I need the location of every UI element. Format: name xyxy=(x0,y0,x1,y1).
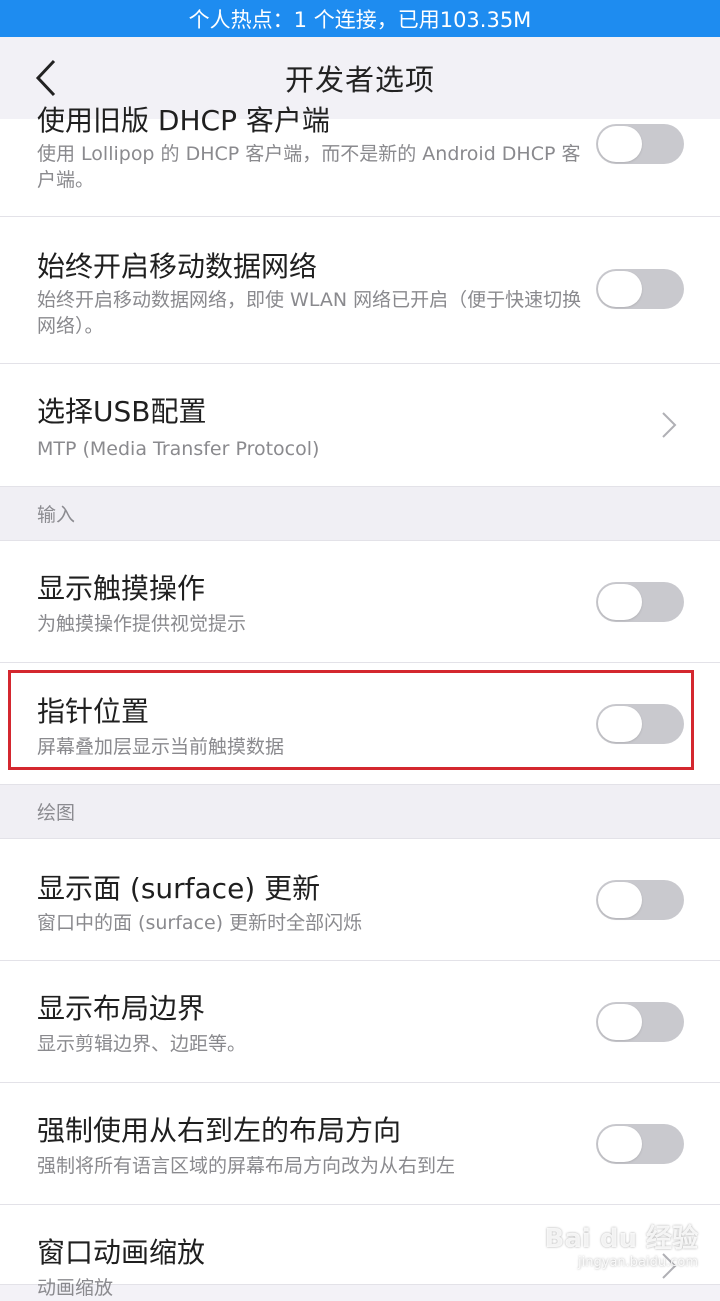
toggle-knob xyxy=(598,1126,642,1162)
row-title: 窗口动画缩放 xyxy=(37,1236,206,1269)
row-subtitle: 显示剪辑边界、边距等。 xyxy=(37,1033,247,1055)
section-header-drawing: 绘图 xyxy=(0,785,720,839)
row-subtitle: MTP (Media Transfer Protocol) xyxy=(37,438,320,460)
chevron-right-icon xyxy=(662,412,677,438)
chevron-left-icon[interactable] xyxy=(28,57,68,99)
status-text: 个人热点：1 个连接，已用103.35M xyxy=(188,7,532,32)
row-title: 强制使用从右到左的布局方向 xyxy=(37,1114,402,1147)
row-subtitle: 使用 Lollipop 的 DHCP 客户端，而不是新的 Android DHC… xyxy=(37,143,581,191)
row-subtitle: 动画缩放 xyxy=(37,1277,114,1299)
row-title: 使用旧版 DHCP 客户端 xyxy=(37,104,330,137)
row-subtitle: 窗口中的面 (surface) 更新时全部闪烁 xyxy=(37,912,363,934)
watermark-url: jingyan.baidu.com xyxy=(578,1255,698,1270)
row-subtitle: 为触摸操作提供视觉提示 xyxy=(37,613,247,635)
toggle-switch[interactable] xyxy=(596,1002,684,1042)
row-title: 始终开启移动数据网络 xyxy=(37,250,318,283)
highlight-box xyxy=(8,670,694,770)
toggle-switch[interactable] xyxy=(596,269,684,309)
toggle-switch[interactable] xyxy=(596,124,684,164)
row-title: 显示面 (surface) 更新 xyxy=(37,872,321,905)
list-item-mobile-data-always-on[interactable]: 始终开启移动数据网络 始终开启移动数据网络，即使 WLAN 网络已开启（便于快速… xyxy=(0,217,720,364)
toggle-knob xyxy=(598,584,642,620)
status-bar: 个人热点：1 个连接，已用103.35M xyxy=(0,0,720,37)
toggle-knob xyxy=(598,1004,642,1040)
toggle-knob xyxy=(598,271,642,307)
row-subtitle: 始终开启移动数据网络，即使 WLAN 网络已开启（便于快速切换网络）。 xyxy=(37,289,582,337)
list-item-show-layout-bounds[interactable]: 显示布局边界 显示剪辑边界、边距等。 xyxy=(0,961,720,1083)
watermark: Bai du 经验 jingyan.baidu.com xyxy=(545,1218,699,1270)
row-title: 选择USB配置 xyxy=(37,395,207,428)
section-header-input: 输入 xyxy=(0,487,720,541)
toggle-switch[interactable] xyxy=(596,1124,684,1164)
watermark-logo: Bai du 经验 xyxy=(544,1224,699,1254)
list-item-legacy-dhcp[interactable]: 使用旧版 DHCP 客户端 使用 Lollipop 的 DHCP 客户端，而不是… xyxy=(0,104,720,217)
row-subtitle: 强制将所有语言区域的屏幕布局方向改为从右到左 xyxy=(37,1155,456,1177)
list-item-usb-config[interactable]: 选择USB配置 MTP (Media Transfer Protocol) xyxy=(0,364,720,487)
toggle-knob xyxy=(598,126,642,162)
toggle-switch[interactable] xyxy=(596,582,684,622)
toggle-knob xyxy=(598,882,642,918)
list-item-force-rtl[interactable]: 强制使用从右到左的布局方向 强制将所有语言区域的屏幕布局方向改为从右到左 xyxy=(0,1083,720,1205)
page-title: 开发者选项 xyxy=(284,63,435,97)
list-item-show-touches[interactable]: 显示触摸操作 为触摸操作提供视觉提示 xyxy=(0,541,720,663)
row-title: 显示布局边界 xyxy=(37,992,206,1025)
list-item-show-surface-updates[interactable]: 显示面 (surface) 更新 窗口中的面 (surface) 更新时全部闪烁 xyxy=(0,839,720,961)
toggle-switch[interactable] xyxy=(596,880,684,920)
row-title: 显示触摸操作 xyxy=(37,572,206,605)
